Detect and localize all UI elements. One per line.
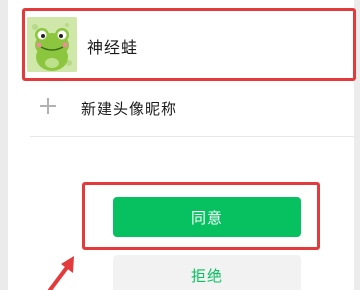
plus-icon [40,98,56,114]
reject-button[interactable]: 拒绝 [113,255,301,290]
red-arrow-icon [48,256,74,290]
divider [30,136,356,137]
profile-option-row[interactable]: 神经蛙 [22,8,356,81]
agree-button[interactable]: 同意 [113,197,301,237]
left-gutter [0,0,8,290]
authorization-page: 神经蛙 新建头像昵称 同意 拒绝 [0,0,360,290]
frog-avatar-icon [27,17,77,72]
profile-name: 神经蛙 [87,38,139,57]
add-nickname-label: 新建头像昵称 [81,100,178,118]
add-nickname-row[interactable]: 新建头像昵称 [30,90,356,134]
